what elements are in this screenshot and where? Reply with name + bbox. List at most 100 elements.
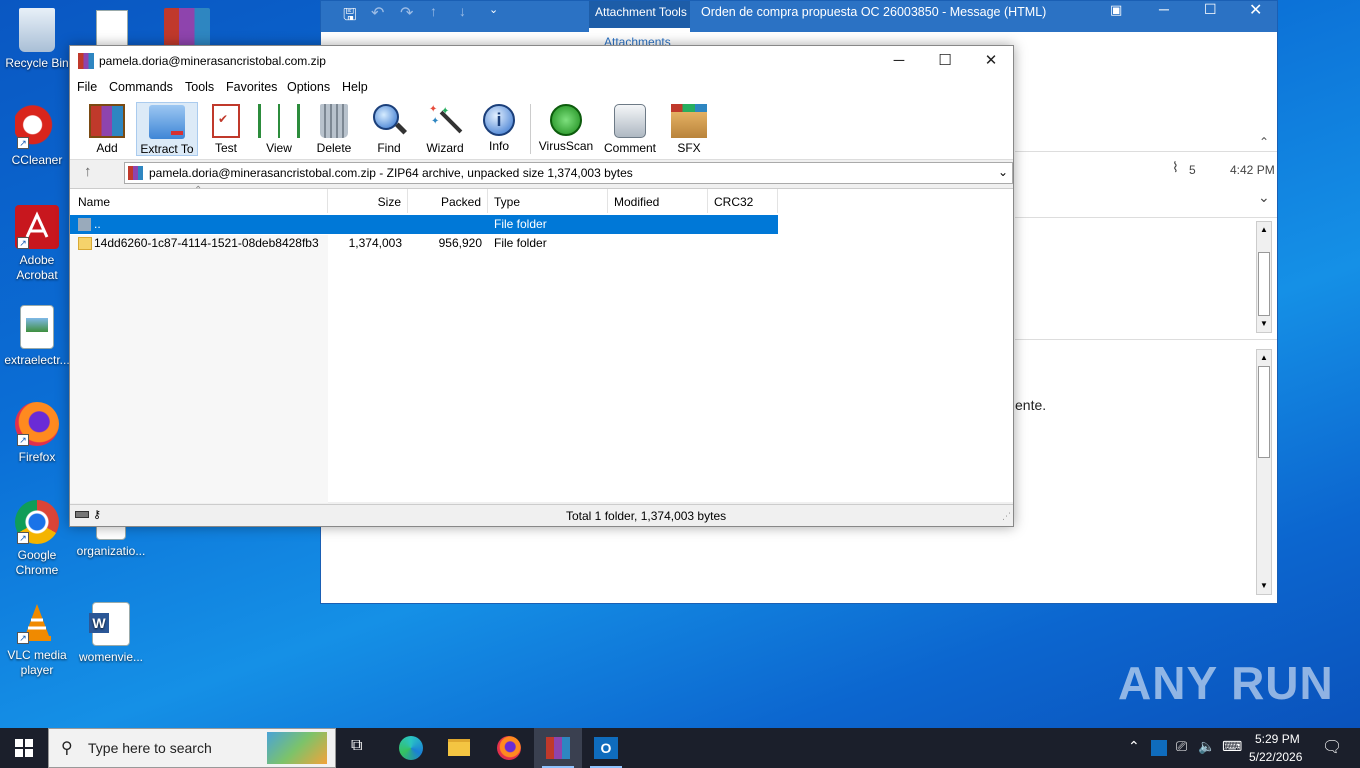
menu-commands[interactable]: Commands — [109, 80, 173, 94]
taskbar-winrar[interactable] — [534, 728, 582, 768]
taskbar-search-box[interactable]: ⚲ Type here to search — [48, 728, 336, 768]
keyboard-icon[interactable]: ⌨ — [1222, 738, 1242, 755]
body-scrollbar[interactable]: ▲ ▼ — [1256, 349, 1272, 595]
ccleaner-icon: ↗ — [15, 105, 59, 149]
toolbar-separator — [530, 104, 531, 154]
desktop-icon-adobe-acrobat[interactable]: ↗ Adobe Acrobat — [1, 205, 73, 283]
sfx-button[interactable]: SFX — [668, 102, 710, 156]
winrar-desktop-icon[interactable] — [164, 8, 210, 46]
clock-date[interactable]: 5/22/2026 — [1249, 750, 1302, 764]
clock-time[interactable]: 5:29 PM — [1255, 732, 1300, 746]
save-icon[interactable]: 🖫 — [343, 4, 357, 31]
file-list[interactable]: ⌃ Name Size Packed Type Modified CRC32 .… — [70, 185, 1013, 503]
maximize-icon[interactable]: ☐ — [1204, 1, 1217, 18]
scroll-down-arrow-icon[interactable]: ▼ — [1257, 316, 1271, 332]
menu-tools[interactable]: Tools — [185, 80, 214, 94]
start-button[interactable] — [0, 728, 48, 768]
column-header-modified[interactable]: Modified — [608, 189, 708, 213]
task-view-button[interactable]: ⧉ — [336, 728, 384, 768]
expand-header-icon[interactable]: ⌄ — [1258, 189, 1270, 206]
shortcut-arrow-icon: ↗ — [17, 137, 29, 149]
desktop-icon-ccleaner[interactable]: ↗ CCleaner — [1, 105, 73, 168]
scroll-thumb[interactable] — [1258, 252, 1270, 316]
scroll-up-arrow-icon[interactable]: ▲ — [1257, 222, 1271, 238]
close-icon[interactable]: ✕ — [1249, 0, 1262, 20]
close-button[interactable]: ✕ — [968, 46, 1014, 76]
outlook-tray-icon[interactable] — [1151, 740, 1167, 756]
desktop-icon-vlc[interactable]: ↗ VLC media player — [1, 600, 73, 678]
column-header-size[interactable]: Size — [328, 189, 408, 213]
delete-button[interactable]: Delete — [312, 102, 356, 156]
find-button[interactable]: Find — [367, 102, 411, 156]
ribbon-divider — [1015, 151, 1277, 152]
sfx-label: SFX — [677, 141, 701, 155]
taskbar-file-explorer[interactable] — [434, 728, 482, 768]
extract-to-button[interactable]: Extract To — [136, 102, 198, 156]
dropdown-chevron-icon[interactable]: ⌄ — [998, 165, 1008, 179]
collapse-ribbon-icon[interactable]: ⌃ — [1259, 135, 1269, 149]
menu-file[interactable]: File — [77, 80, 97, 94]
up-arrow-icon[interactable]: ↑ — [430, 3, 437, 19]
minimize-icon[interactable]: ─ — [1159, 1, 1169, 17]
column-header-packed[interactable]: Packed — [408, 189, 488, 213]
anyrun-watermark: ANY RUN — [1118, 657, 1334, 709]
resize-grip-icon[interactable]: ⋰ — [1002, 511, 1011, 522]
sfx-box-icon — [671, 104, 707, 138]
comment-button[interactable]: Comment — [600, 102, 660, 156]
info-icon: i — [483, 104, 515, 136]
redo-icon[interactable]: ↷ — [400, 3, 413, 23]
scroll-up-arrow-icon[interactable]: ▲ — [1257, 350, 1271, 366]
wizard-button[interactable]: ✦ ✦ ✦ Wizard — [422, 102, 468, 156]
minimize-button[interactable]: ─ — [876, 46, 922, 76]
desktop-icon-extraelectr[interactable]: extraelectr... — [1, 305, 73, 368]
menu-options[interactable]: Options — [287, 80, 330, 94]
scroll-down-arrow-icon[interactable]: ▼ — [1257, 578, 1271, 594]
menu-help[interactable]: Help — [342, 80, 368, 94]
archive-path-dropdown[interactable]: pamela.doria@minerasancristobal.com.zip … — [124, 162, 1013, 184]
customize-toolbar-icon[interactable]: ⌄ — [489, 3, 498, 16]
winrar-window[interactable]: pamela.doria@minerasancristobal.com.zip … — [69, 45, 1014, 527]
row-size: 1,374,003 — [348, 236, 402, 250]
up-folder-icon[interactable]: ↑ — [84, 163, 92, 180]
ribbon-display-options-icon[interactable]: ▣ — [1110, 2, 1122, 18]
recycle-bin-icon — [19, 8, 55, 52]
column-header-name[interactable]: Name — [72, 189, 328, 213]
table-row[interactable]: 14dd6260-1c87-4114-1521-08deb8428fb3 1,3… — [70, 234, 778, 253]
key-icon[interactable]: ⚷ — [93, 508, 101, 521]
attachment-scrollbar[interactable]: ▲ ▼ — [1256, 221, 1272, 333]
winrar-icon — [546, 737, 570, 759]
test-button[interactable]: ✔ Test — [204, 102, 248, 156]
notifications-icon[interactable]: 🗨 — [1322, 737, 1342, 757]
magnifier-icon — [371, 104, 408, 138]
file-desktop-icon[interactable] — [96, 10, 128, 46]
scroll-thumb[interactable] — [1258, 366, 1270, 458]
desktop-icon-google-chrome[interactable]: ↗ Google Chrome — [1, 500, 73, 578]
folder-icon — [448, 739, 470, 756]
table-row-parent[interactable]: .. File folder — [70, 215, 778, 234]
virusscan-button[interactable]: VirusScan — [538, 102, 594, 156]
desktop-icon-firefox[interactable]: ↗ Firefox — [1, 402, 73, 465]
add-button[interactable]: Add — [85, 102, 129, 156]
view-button[interactable]: View — [256, 102, 302, 156]
desktop-icon-label: womenvie... — [78, 650, 144, 664]
desktop-icon-womenvie[interactable]: W womenvie... — [75, 602, 147, 665]
word-document-icon: W — [89, 602, 130, 646]
taskbar-outlook[interactable]: O — [582, 728, 630, 768]
task-view-icon: ⧉ — [351, 737, 363, 754]
attachment-tools-label: Attachment Tools — [595, 5, 687, 19]
column-header-type[interactable]: Type — [488, 189, 608, 213]
undo-icon[interactable]: ↶ — [371, 3, 384, 23]
show-hidden-icons-icon[interactable]: ⌃ — [1128, 738, 1140, 755]
volume-icon[interactable]: 🔈 — [1198, 738, 1215, 755]
status-text: Total 1 folder, 1,374,003 bytes — [566, 509, 727, 523]
desktop-icon-recycle-bin[interactable]: Recycle Bin — [1, 8, 73, 71]
taskbar-firefox[interactable] — [484, 728, 532, 768]
maximize-button[interactable]: ☐ — [922, 46, 968, 76]
down-arrow-icon[interactable]: ↓ — [459, 3, 466, 19]
info-button[interactable]: i Info — [478, 102, 520, 156]
network-icon[interactable]: ⎚ — [1176, 738, 1187, 755]
winrar-title-bar[interactable]: pamela.doria@minerasancristobal.com.zip … — [70, 46, 1013, 76]
taskbar-edge[interactable] — [386, 728, 434, 768]
menu-favorites[interactable]: Favorites — [226, 80, 277, 94]
column-header-crc32[interactable]: CRC32 — [708, 189, 778, 213]
